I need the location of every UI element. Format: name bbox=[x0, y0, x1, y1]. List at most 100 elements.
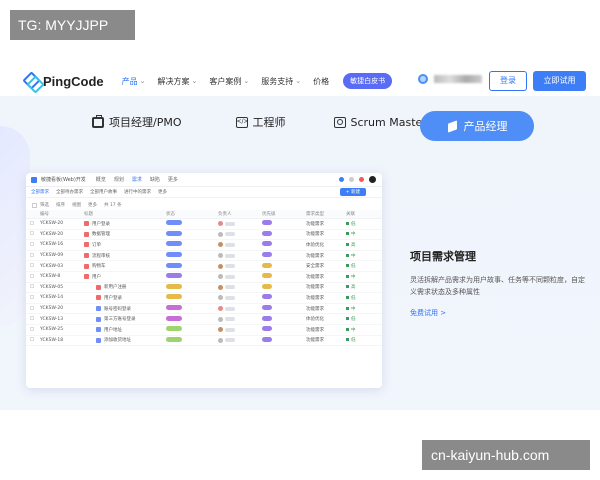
row-title-cell[interactable]: 用户地址 bbox=[84, 327, 166, 333]
column-header[interactable]: 关联 bbox=[346, 211, 376, 217]
notification-icon[interactable] bbox=[359, 177, 364, 182]
toolbar-item[interactable]: 视图 bbox=[72, 202, 81, 208]
column-header[interactable]: 编号 bbox=[40, 211, 84, 217]
login-button[interactable]: 登录 bbox=[489, 71, 527, 91]
row-assignee-cell[interactable] bbox=[218, 284, 262, 290]
sub-tab[interactable]: 进行中的需求 bbox=[124, 189, 151, 195]
row-checkbox[interactable] bbox=[30, 305, 34, 310]
table-row[interactable]: YCKSW-20 用户登录 功能需求 低 bbox=[26, 219, 382, 230]
row-status-cell[interactable] bbox=[166, 336, 218, 344]
row-priority-cell[interactable] bbox=[262, 336, 306, 344]
row-assignee-cell[interactable] bbox=[218, 263, 262, 269]
free-trial-link[interactable]: 免费试用 > bbox=[410, 308, 590, 318]
row-assignee-cell[interactable] bbox=[218, 316, 262, 322]
table-row[interactable]: YCKSW-05 新用户注册 功能需求 高 bbox=[26, 283, 382, 294]
table-row[interactable]: YCKSW-09 流程审核 功能需求 中 bbox=[26, 251, 382, 262]
app-tab[interactable]: 缺陷 bbox=[150, 176, 160, 183]
app-tab[interactable]: 需求 bbox=[132, 176, 142, 183]
table-row[interactable]: YCKSW-8 用户 功能需求 中 bbox=[26, 272, 382, 283]
row-status-cell[interactable] bbox=[166, 315, 218, 323]
avatar-icon[interactable] bbox=[418, 74, 428, 84]
row-assignee-cell[interactable] bbox=[218, 231, 262, 237]
table-row[interactable]: YCKSW-25 用户地址 功能需求 中 bbox=[26, 325, 382, 336]
app-tab[interactable]: 更多 bbox=[168, 176, 178, 183]
column-header[interactable]: 状态 bbox=[166, 211, 218, 217]
table-row[interactable]: YCKSW-14 用户登录 功能需求 低 bbox=[26, 293, 382, 304]
row-assignee-cell[interactable] bbox=[218, 274, 262, 280]
nav-item[interactable]: 价格 bbox=[313, 76, 329, 87]
row-status-cell[interactable] bbox=[166, 220, 218, 227]
search-icon[interactable] bbox=[349, 177, 354, 182]
row-title-cell[interactable]: 购物车 bbox=[84, 263, 166, 269]
toolbar-item[interactable]: 筛选 bbox=[40, 202, 49, 208]
row-checkbox[interactable] bbox=[30, 252, 34, 257]
sub-tab[interactable]: 全部用户故事 bbox=[90, 189, 117, 195]
table-row[interactable]: YCKSW-16 订单 体验优化 高 bbox=[26, 240, 382, 251]
row-title-cell[interactable]: 用户 bbox=[84, 274, 166, 280]
new-button[interactable]: + 新建 bbox=[339, 188, 366, 196]
row-status-cell[interactable] bbox=[166, 326, 218, 333]
row-status-cell[interactable] bbox=[166, 252, 218, 259]
row-assignee-cell[interactable] bbox=[218, 242, 262, 248]
nav-item[interactable]: 客户案例 ⌄ bbox=[209, 76, 249, 87]
row-status-cell[interactable] bbox=[166, 241, 218, 248]
column-header[interactable]: 标题 bbox=[84, 211, 166, 217]
row-priority-cell[interactable] bbox=[262, 262, 306, 270]
row-title-cell[interactable]: 用户登录 bbox=[84, 295, 166, 301]
user-avatar[interactable] bbox=[369, 176, 376, 183]
row-checkbox[interactable] bbox=[30, 263, 34, 268]
select-all-checkbox[interactable] bbox=[32, 202, 37, 208]
sub-tab[interactable]: 全部需求 bbox=[31, 189, 49, 195]
table-row[interactable]: YCKSW-18 添加收货地址 功能需求 低 bbox=[26, 336, 382, 347]
row-priority-cell[interactable] bbox=[262, 326, 306, 333]
nav-item[interactable]: 解决方案 ⌄ bbox=[158, 76, 198, 87]
app-tab[interactable]: 概览 bbox=[96, 176, 106, 183]
row-title-cell[interactable]: 添加收货地址 bbox=[84, 337, 166, 343]
row-title-cell[interactable]: 订单 bbox=[84, 242, 166, 248]
row-checkbox[interactable] bbox=[30, 231, 34, 236]
app-tab[interactable]: 规划 bbox=[114, 176, 124, 183]
row-title-cell[interactable]: 账号密码登录 bbox=[84, 306, 166, 312]
whitepaper-button[interactable]: 敏捷白皮书 bbox=[343, 73, 393, 89]
row-priority-cell[interactable] bbox=[262, 283, 306, 291]
row-assignee-cell[interactable] bbox=[218, 306, 262, 312]
settings-icon[interactable] bbox=[339, 177, 344, 182]
toolbar-item[interactable]: 排序 bbox=[56, 202, 65, 208]
nav-item[interactable]: 服务支持 ⌄ bbox=[261, 76, 301, 87]
toolbar-item[interactable]: 共 17 条 bbox=[104, 202, 122, 208]
column-header[interactable]: 优先级 bbox=[262, 211, 306, 217]
row-status-cell[interactable] bbox=[166, 283, 218, 291]
role-tab-pmo[interactable]: 项目经理/PMO bbox=[92, 114, 182, 130]
row-priority-cell[interactable] bbox=[262, 294, 306, 301]
row-priority-cell[interactable] bbox=[262, 241, 306, 248]
row-checkbox[interactable] bbox=[30, 316, 34, 321]
row-status-cell[interactable] bbox=[166, 305, 218, 312]
column-header[interactable]: 负责人 bbox=[218, 211, 262, 217]
row-title-cell[interactable]: 流程审核 bbox=[84, 253, 166, 259]
row-priority-cell[interactable] bbox=[262, 273, 306, 280]
role-tab-scrum[interactable]: Scrum Master bbox=[333, 116, 427, 129]
row-checkbox[interactable] bbox=[30, 326, 34, 331]
table-row[interactable]: YCKSW-03 购物车 安全需求 低 bbox=[26, 261, 382, 272]
column-header[interactable]: 需求类型 bbox=[306, 211, 346, 217]
row-status-cell[interactable] bbox=[166, 230, 218, 238]
role-tab-engineer[interactable]: </> 工程师 bbox=[235, 114, 286, 130]
row-checkbox[interactable] bbox=[30, 241, 34, 246]
row-assignee-cell[interactable] bbox=[218, 221, 262, 227]
row-checkbox[interactable] bbox=[30, 337, 34, 342]
row-checkbox[interactable] bbox=[30, 273, 34, 278]
row-assignee-cell[interactable] bbox=[218, 253, 262, 259]
row-assignee-cell[interactable] bbox=[218, 327, 262, 333]
row-priority-cell[interactable] bbox=[262, 315, 306, 323]
row-status-cell[interactable] bbox=[166, 273, 218, 280]
role-tab-product-manager[interactable]: 产品经理 bbox=[420, 111, 534, 141]
row-checkbox[interactable] bbox=[30, 294, 34, 299]
trial-button[interactable]: 立即试用 bbox=[533, 71, 586, 91]
row-priority-cell[interactable] bbox=[262, 220, 306, 227]
toolbar-item[interactable]: 更多 bbox=[88, 202, 97, 208]
row-checkbox[interactable] bbox=[30, 284, 34, 289]
row-title-cell[interactable]: 新用户注册 bbox=[84, 284, 166, 290]
row-assignee-cell[interactable] bbox=[218, 337, 262, 343]
row-title-cell[interactable]: 数据管理 bbox=[84, 231, 166, 237]
row-checkbox[interactable] bbox=[30, 220, 34, 225]
